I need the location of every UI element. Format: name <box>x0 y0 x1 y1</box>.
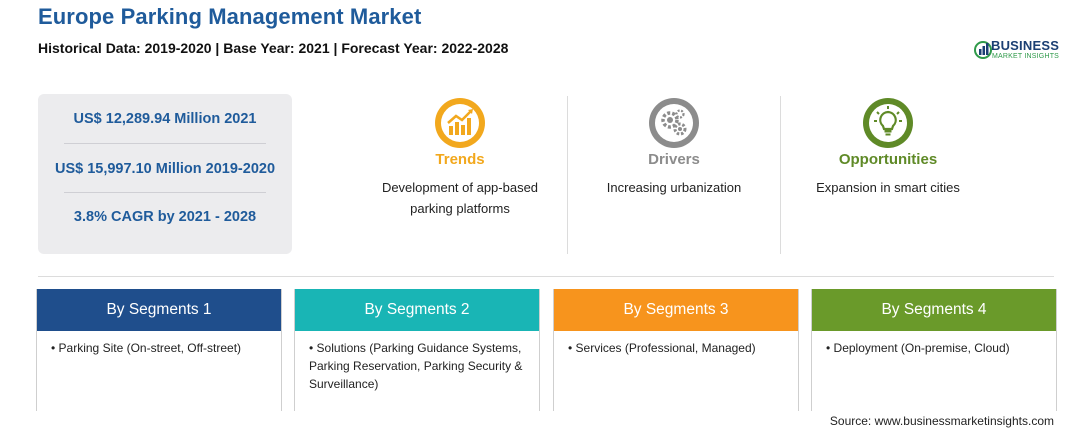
feature-opportunities: Opportunities Expansion in smart cities <box>788 96 988 198</box>
stat-divider <box>64 192 266 193</box>
feature-description: Increasing urbanization <box>606 180 742 195</box>
segment-card-3: By Segments 3 • Services (Professional, … <box>553 289 799 411</box>
segment-header: By Segments 2 <box>295 289 539 331</box>
segment-item: • Services (Professional, Managed) <box>568 341 756 355</box>
column-divider <box>567 96 568 254</box>
segment-header: By Segments 1 <box>37 289 281 331</box>
source-citation: Source: www.businessmarketinsights.com <box>829 414 1054 428</box>
page-subtitle: Historical Data: 2019-2020 | Base Year: … <box>38 40 509 56</box>
trend-chart-icon <box>435 98 485 148</box>
feature-label: Opportunities <box>838 151 938 168</box>
lightbulb-icon <box>863 98 913 148</box>
stat-market-value-2021: US$ 12,289.94 Million 2021 <box>73 111 257 127</box>
column-divider <box>780 96 781 254</box>
segment-body: • Parking Site (On-street, Off-street) <box>37 331 281 357</box>
segment-card-1: By Segments 1 • Parking Site (On-street,… <box>36 289 282 411</box>
stat-divider <box>64 143 266 144</box>
feature-label: Drivers <box>648 151 700 168</box>
segment-body: • Solutions (Parking Guidance Systems, P… <box>295 331 539 393</box>
segment-body: • Deployment (On-premise, Cloud) <box>812 331 1056 357</box>
feature-description: Development of app-based parking platfor… <box>381 180 539 216</box>
feature-description: Expansion in smart cities <box>816 180 960 195</box>
segment-item: • Parking Site (On-street, Off-street) <box>51 341 242 355</box>
feature-trends: Trends Development of app-based parking … <box>360 96 560 219</box>
logo-name: BUSINESS <box>991 38 1060 53</box>
logo-tagline: MARKET INSIGHTS <box>992 53 1060 60</box>
stat-cagr: 3.8% CAGR by 2021 - 2028 <box>73 209 257 225</box>
feature-label: Trends <box>435 151 485 168</box>
segment-header: By Segments 3 <box>554 289 798 331</box>
feature-drivers: Drivers Increasing urbanization <box>574 96 774 198</box>
market-stats-panel: US$ 12,289.94 Million 2021 US$ 15,997.10… <box>38 94 292 254</box>
section-divider <box>38 276 1054 277</box>
segment-body: • Services (Professional, Managed) <box>554 331 798 357</box>
segment-card-4: By Segments 4 • Deployment (On-premise, … <box>811 289 1057 411</box>
page-title: Europe Parking Management Market <box>38 4 422 29</box>
brand-logo: BUSINESS MARKET INSIGHTS <box>974 37 1064 63</box>
segment-item: • Solutions (Parking Guidance Systems, P… <box>309 341 523 391</box>
segment-item: • Deployment (On-premise, Cloud) <box>826 341 1010 355</box>
stat-market-value-historical: US$ 15,997.10 Million 2019-2020 <box>54 161 276 177</box>
segment-card-2: By Segments 2 • Solutions (Parking Guida… <box>294 289 540 411</box>
segment-header: By Segments 4 <box>812 289 1056 331</box>
gears-icon <box>649 98 699 148</box>
